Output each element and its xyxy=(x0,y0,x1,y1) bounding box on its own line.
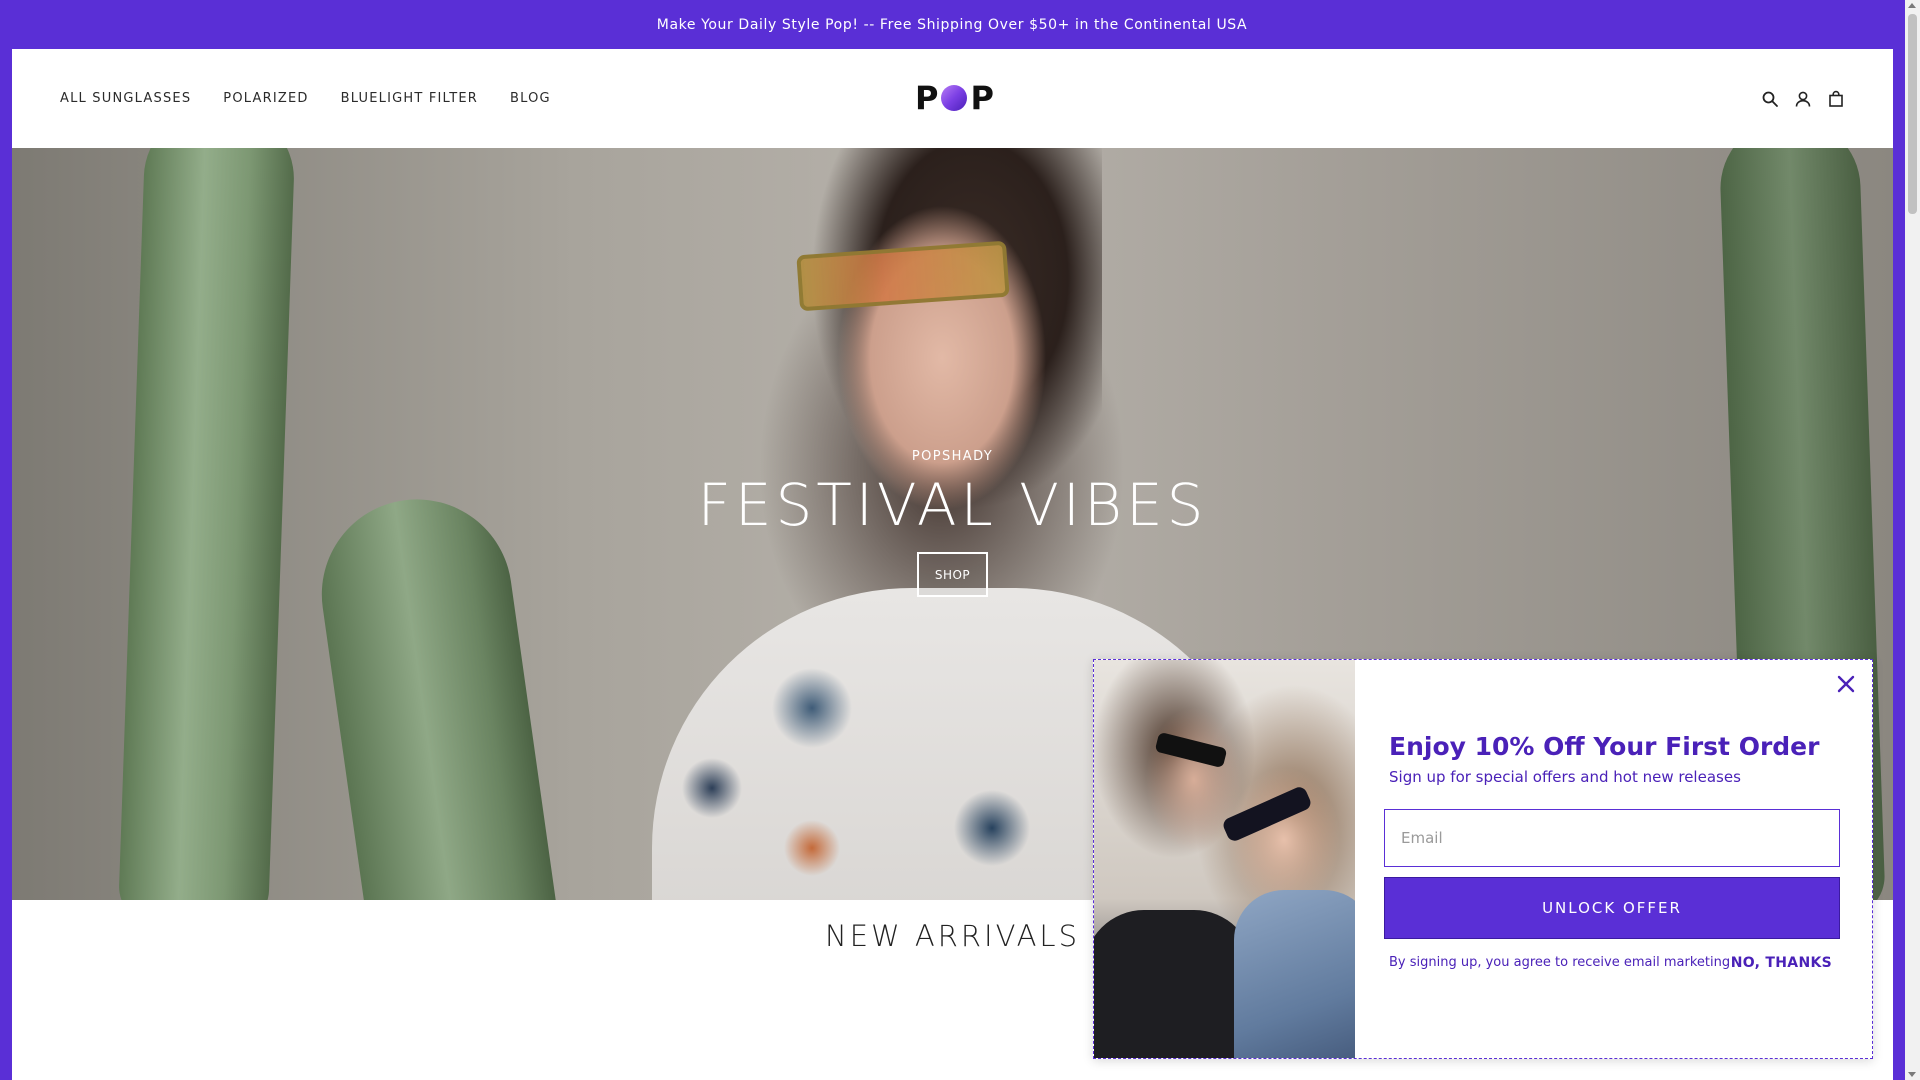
logo-letter-p-left: P xyxy=(915,79,939,117)
close-icon[interactable] xyxy=(1834,672,1858,696)
email-field[interactable] xyxy=(1384,809,1840,867)
popup-photo-sweater xyxy=(1094,910,1254,1058)
search-icon[interactable] xyxy=(1761,90,1779,108)
nav-all-sunglasses[interactable]: ALL SUNGLASSES xyxy=(60,91,191,106)
no-thanks-link[interactable]: NO, THANKS xyxy=(1731,955,1832,971)
scroll-down-icon[interactable] xyxy=(1908,1072,1916,1077)
site-logo[interactable]: P P xyxy=(915,79,994,117)
nav-blog[interactable]: BLOG xyxy=(510,91,551,106)
popup-photo-sunglasses-1 xyxy=(1154,731,1228,769)
shop-button[interactable]: SHOP xyxy=(917,552,988,597)
popup-photo-sunglasses-2 xyxy=(1221,784,1313,844)
cart-icon[interactable] xyxy=(1827,90,1845,108)
unlock-offer-button[interactable]: UNLOCK OFFER xyxy=(1384,877,1840,939)
popup-body: Enjoy 10% Off Your First Order Sign up f… xyxy=(1355,660,1872,1058)
signup-popup: Enjoy 10% Off Your First Order Sign up f… xyxy=(1093,659,1873,1059)
announcement-bar: Make Your Daily Style Pop! -- Free Shipp… xyxy=(0,0,1920,49)
popup-heading: Enjoy 10% Off Your First Order xyxy=(1389,732,1820,761)
popup-photo xyxy=(1094,660,1355,1058)
scroll-up-icon[interactable] xyxy=(1908,3,1916,8)
scrollbar-thumb[interactable] xyxy=(1908,14,1917,214)
account-icon[interactable] xyxy=(1794,90,1812,108)
site-header: ALL SUNGLASSES POLARIZED BLUELIGHT FILTE… xyxy=(12,49,1893,148)
popup-subheading: Sign up for special offers and hot new r… xyxy=(1389,768,1741,786)
main-nav: ALL SUNGLASSES POLARIZED BLUELIGHT FILTE… xyxy=(60,49,551,148)
hero-kicker: POPSHADY xyxy=(911,449,994,464)
popup-legal-text: By signing up, you agree to receive emai… xyxy=(1389,955,1731,970)
header-icons xyxy=(1761,49,1845,148)
hero-title: FESTIVAL VIBES xyxy=(697,471,1208,539)
nav-bluelight-filter[interactable]: BLUELIGHT FILTER xyxy=(341,91,478,106)
logo-letter-p-right: P xyxy=(970,79,994,117)
popup-photo-jacket xyxy=(1234,890,1355,1058)
announcement-text: Make Your Daily Style Pop! -- Free Shipp… xyxy=(656,16,1248,33)
nav-polarized[interactable]: POLARIZED xyxy=(223,91,308,106)
logo-o-dot-icon xyxy=(941,85,968,111)
page-scrollbar[interactable] xyxy=(1905,0,1920,1080)
